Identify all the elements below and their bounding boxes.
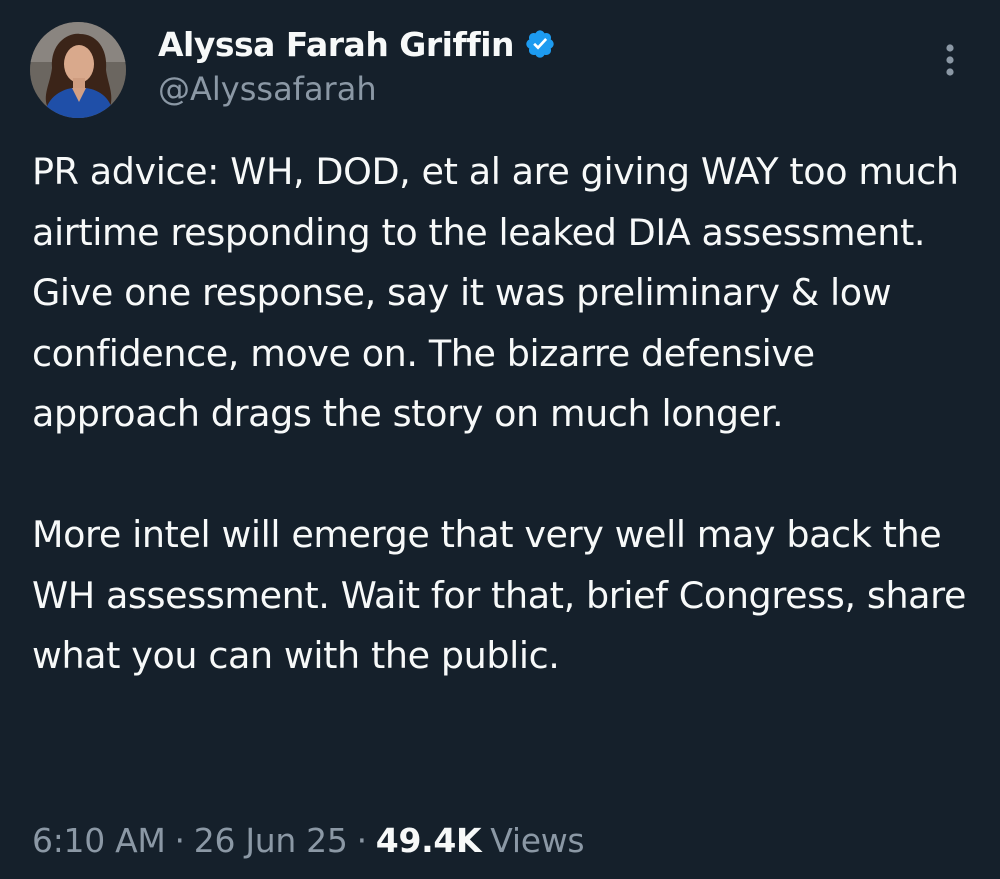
author-name-row: Alyssa Farah Griffin [158, 24, 556, 64]
views-label: Views [490, 820, 585, 860]
tweet-time[interactable]: 6:10 AM [32, 821, 166, 860]
more-options-button[interactable] [930, 38, 970, 82]
avatar-image [30, 22, 126, 118]
separator-dot: · [174, 820, 186, 860]
tweet-date[interactable]: 26 Jun 25 [194, 821, 348, 860]
author-display-name[interactable]: Alyssa Farah Griffin [158, 25, 515, 64]
tweet-card: Alyssa Farah Griffin @Alyssafarah PR adv… [0, 0, 1000, 879]
tweet-text: PR advice: WH, DOD, et al are giving WAY… [32, 142, 982, 687]
views-count[interactable]: 49.4K [376, 821, 482, 860]
more-vertical-icon [946, 44, 954, 76]
tweet-paragraph: More intel will emerge that very well ma… [32, 513, 967, 677]
separator-dot: · [356, 820, 368, 860]
author-handle[interactable]: @Alyssafarah [158, 70, 377, 108]
tweet-paragraph: PR advice: WH, DOD, et al are giving WAY… [32, 150, 959, 435]
avatar[interactable] [30, 22, 126, 118]
verified-badge-icon[interactable] [524, 28, 556, 60]
tweet-metadata: 6:10 AM · 26 Jun 25 · 49.4K Views [32, 812, 585, 868]
